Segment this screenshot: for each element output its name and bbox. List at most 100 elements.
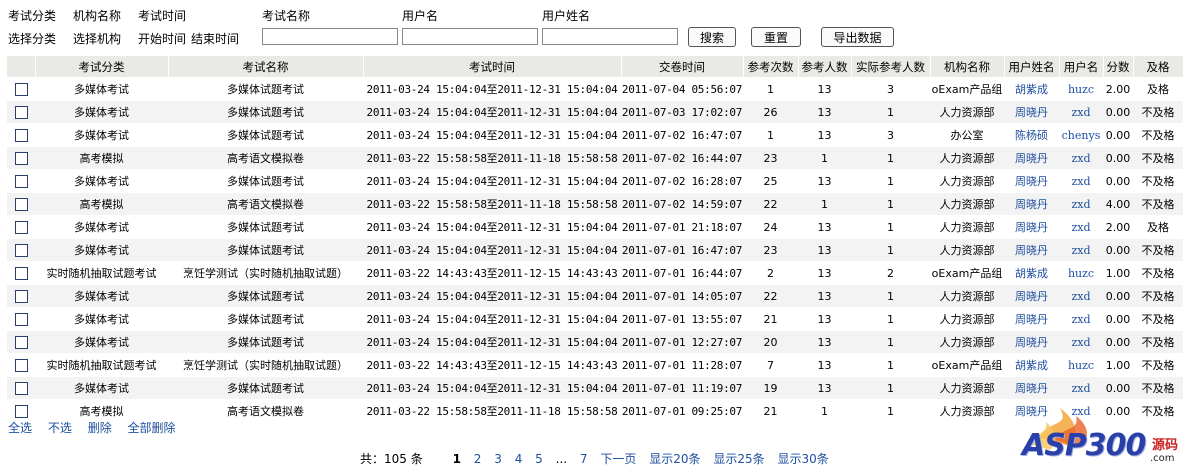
cell-realname[interactable]: 周晓丹 — [1004, 376, 1059, 400]
cell-realname[interactable]: 周晓丹 — [1004, 146, 1059, 170]
page-size-25[interactable]: 显示25条 — [713, 452, 764, 466]
cell-username[interactable]: zxd — [1059, 330, 1103, 354]
header-checkbox-col — [7, 56, 36, 78]
cell-realname[interactable]: 周晓丹 — [1004, 215, 1059, 239]
col-username[interactable]: 用户名 — [1059, 56, 1104, 78]
cell-pass: 不及格 — [1133, 376, 1183, 400]
select-none-link[interactable]: 不选 — [48, 421, 72, 435]
cell-username[interactable]: huzc — [1059, 261, 1103, 285]
col-exam-category[interactable]: 考试分类 — [35, 56, 169, 78]
cell-attempts: 22 — [743, 284, 798, 308]
col-realname[interactable]: 用户姓名 — [1004, 56, 1060, 78]
row-checkbox[interactable] — [14, 312, 28, 326]
col-exam-name[interactable]: 考试名称 — [168, 56, 364, 78]
cell-realname[interactable]: 陈杨硕 — [1004, 123, 1059, 147]
col-score[interactable]: 分数 — [1103, 56, 1134, 78]
row-checkbox[interactable] — [14, 174, 28, 188]
delete-link[interactable]: 删除 — [88, 421, 112, 435]
table-row[interactable]: 多媒体考试 多媒体试题考试 2011-03-24 15:04:04至2011-12-… — [7, 169, 1183, 193]
cell-username[interactable]: chenys — [1059, 123, 1103, 147]
search-button[interactable]: 搜索 — [688, 27, 736, 47]
table-row[interactable]: 多媒体考试 多媒体试题考试 2011-03-24 15:04:04至2011-12-… — [7, 100, 1183, 124]
row-checkbox[interactable] — [14, 220, 28, 234]
page-link[interactable]: 3 — [494, 452, 502, 466]
row-checkbox[interactable] — [14, 381, 28, 395]
row-checkbox[interactable] — [14, 404, 28, 418]
cell-realname[interactable]: 胡紫成 — [1004, 353, 1059, 377]
cell-exam-name: 多媒体试题考试 — [168, 330, 363, 354]
table-row[interactable]: 实时随机抽取试题考试 烹饪学测试（实时随机抽取试题） 2011-03-22 14:4… — [7, 353, 1183, 377]
cell-username[interactable]: zxd — [1059, 284, 1103, 308]
col-org-name[interactable]: 机构名称 — [930, 56, 1005, 78]
cell-realname[interactable]: 周晓丹 — [1004, 284, 1059, 308]
cell-realname[interactable]: 周晓丹 — [1004, 307, 1059, 331]
page-size-30[interactable]: 显示30条 — [777, 452, 828, 466]
row-checkbox[interactable] — [14, 197, 28, 211]
row-checkbox[interactable] — [14, 151, 28, 165]
start-time-link[interactable]: 开始时间 — [138, 30, 186, 47]
row-checkbox[interactable] — [14, 128, 28, 142]
table-row[interactable]: 多媒体考试 多媒体试题考试 2011-03-24 15:04:04至2011-12-… — [7, 77, 1183, 101]
select-category-link[interactable]: 选择分类 — [8, 30, 56, 47]
cell-realname[interactable]: 周晓丹 — [1004, 192, 1059, 216]
cell-realname[interactable]: 胡紫成 — [1004, 261, 1059, 285]
cell-username[interactable]: zxd — [1059, 169, 1103, 193]
table-row[interactable]: 多媒体考试 多媒体试题考试 2011-03-24 15:04:04至2011-12-… — [7, 284, 1183, 308]
col-pass[interactable]: 及格 — [1133, 56, 1184, 78]
row-checkbox[interactable] — [14, 335, 28, 349]
row-checkbox[interactable] — [14, 82, 28, 96]
cell-realname[interactable]: 周晓丹 — [1004, 238, 1059, 262]
cell-realname[interactable]: 周晓丹 — [1004, 330, 1059, 354]
cell-username[interactable]: zxd — [1059, 192, 1103, 216]
reset-button[interactable]: 重置 — [751, 27, 801, 47]
row-checkbox[interactable] — [14, 105, 28, 119]
cell-username[interactable]: huzc — [1059, 77, 1103, 101]
table-row[interactable]: 高考模拟 高考语文模拟卷 2011-03-22 15:58:58至2011-11-1… — [7, 146, 1183, 170]
cell-exam-name: 高考语文模拟卷 — [168, 146, 363, 170]
table-row[interactable]: 高考模拟 高考语文模拟卷 2011-03-22 15:58:58至2011-11-1… — [7, 192, 1183, 216]
table-row[interactable]: 实时随机抽取试题考试 烹饪学测试（实时随机抽取试题） 2011-03-22 14:4… — [7, 261, 1183, 285]
cell-username[interactable]: zxd — [1059, 307, 1103, 331]
realname-input[interactable] — [542, 28, 678, 45]
exam-name-input[interactable] — [262, 28, 398, 45]
cell-realname[interactable]: 周晓丹 — [1004, 100, 1059, 124]
col-exam-time[interactable]: 考试时间 — [363, 56, 622, 78]
cell-username[interactable]: zxd — [1059, 238, 1103, 262]
select-all-link[interactable]: 全选 — [8, 421, 32, 435]
next-page-link[interactable]: 下一页 — [600, 452, 636, 466]
table-row[interactable]: 多媒体考试 多媒体试题考试 2011-03-24 15:04:04至2011-12-… — [7, 123, 1183, 147]
cell-pass: 不及格 — [1133, 100, 1183, 124]
cell-exam-category: 多媒体考试 — [35, 284, 168, 308]
row-checkbox[interactable] — [14, 243, 28, 257]
cell-realname[interactable]: 周晓丹 — [1004, 169, 1059, 193]
col-attempts[interactable]: 参考次数 — [743, 56, 799, 78]
page-link-last[interactable]: 7 — [580, 452, 588, 466]
cell-username[interactable]: zxd — [1059, 146, 1103, 170]
page-size-20[interactable]: 显示20条 — [649, 452, 700, 466]
export-button[interactable]: 导出数据 — [821, 27, 894, 47]
cell-username[interactable]: zxd — [1059, 100, 1103, 124]
cell-username[interactable]: huzc — [1059, 353, 1103, 377]
col-submit-time[interactable]: 交卷时间 — [621, 56, 744, 78]
page-link[interactable]: 4 — [515, 452, 523, 466]
cell-username[interactable]: zxd — [1059, 376, 1103, 400]
page-link[interactable]: 2 — [474, 452, 482, 466]
col-participants[interactable]: 参考人数 — [798, 56, 852, 78]
select-org-link[interactable]: 选择机构 — [73, 30, 121, 47]
delete-all-link[interactable]: 全部删除 — [128, 421, 176, 435]
cell-actual-participants: 1 — [851, 192, 930, 216]
table-row[interactable]: 多媒体考试 多媒体试题考试 2011-03-24 15:04:04至2011-12-… — [7, 330, 1183, 354]
row-checkbox[interactable] — [14, 289, 28, 303]
end-time-link[interactable]: 结束时间 — [191, 30, 239, 47]
username-input[interactable] — [402, 28, 538, 45]
col-actual-participants[interactable]: 实际参考人数 — [851, 56, 931, 78]
table-row[interactable]: 多媒体考试 多媒体试题考试 2011-03-24 15:04:04至2011-12-… — [7, 238, 1183, 262]
table-row[interactable]: 多媒体考试 多媒体试题考试 2011-03-24 15:04:04至2011-12-… — [7, 307, 1183, 331]
table-row[interactable]: 多媒体考试 多媒体试题考试 2011-03-24 15:04:04至2011-12-… — [7, 215, 1183, 239]
cell-realname[interactable]: 胡紫成 — [1004, 77, 1059, 101]
table-row[interactable]: 多媒体考试 多媒体试题考试 2011-03-24 15:04:04至2011-12-… — [7, 376, 1183, 400]
cell-username[interactable]: zxd — [1059, 215, 1103, 239]
row-checkbox[interactable] — [14, 266, 28, 280]
page-link[interactable]: 5 — [535, 452, 543, 466]
row-checkbox[interactable] — [14, 358, 28, 372]
